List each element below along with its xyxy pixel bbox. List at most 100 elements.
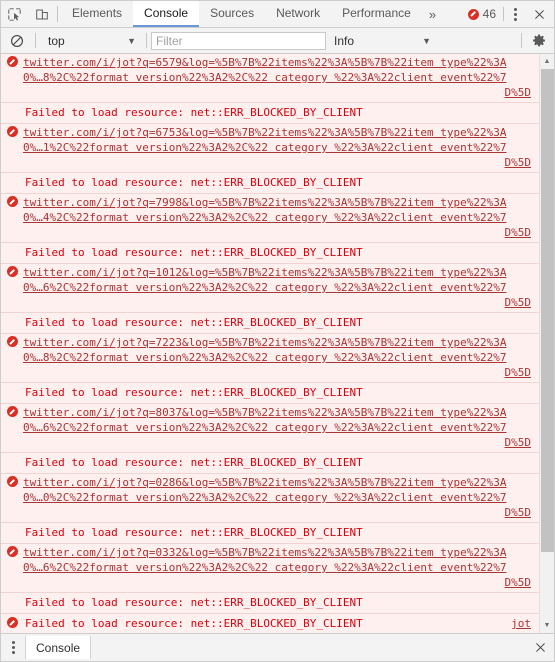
request-url-line-1: twitter.com/i/jot?q=7223&log=%5B%7B%22it… — [23, 336, 507, 349]
request-url-link[interactable]: twitter.com/i/jot?q=0332&log=%5B%7B%22it… — [23, 545, 539, 590]
console-message-failed-to-load: Failed to load resource: net::ERR_BLOCKE… — [1, 593, 539, 614]
failed-to-load-text: Failed to load resource: net::ERR_BLOCKE… — [25, 617, 363, 630]
request-url-link[interactable]: twitter.com/i/jot?q=0286&log=%5B%7B%22it… — [23, 475, 539, 520]
failed-to-load-text: Failed to load resource: net::ERR_BLOCKE… — [25, 106, 363, 119]
error-circle-icon — [6, 126, 18, 137]
chevron-down-icon: ▼ — [127, 35, 136, 46]
gear-icon[interactable] — [526, 34, 552, 48]
message-body: Failed to load resource: net::ERR_BLOCKE… — [23, 525, 539, 540]
failed-to-load-text: Failed to load resource: net::ERR_BLOCKE… — [25, 456, 363, 469]
close-glyph — [534, 9, 544, 19]
message-gutter — [1, 616, 23, 628]
request-url-line-1: twitter.com/i/jot?q=0332&log=%5B%7B%22it… — [23, 546, 507, 559]
scroll-up-arrow-icon[interactable]: ▲ — [540, 54, 555, 69]
log-level-label: Info — [334, 33, 355, 48]
message-gutter — [1, 245, 23, 246]
scrollbar-track[interactable] — [540, 69, 555, 618]
message-body: Failed to load resource: net::ERR_BLOCKE… — [23, 245, 539, 260]
clear-console-icon[interactable] — [3, 34, 31, 48]
message-body: twitter.com/i/jot?q=7223&log=%5B%7B%22it… — [23, 334, 539, 382]
drawer-more-options-icon[interactable] — [1, 634, 25, 661]
inspect-cursor-icon[interactable] — [1, 1, 28, 27]
message-body: twitter.com/i/jot?q=6753&log=%5B%7B%22it… — [23, 124, 539, 172]
failed-to-load-text: Failed to load resource: net::ERR_BLOCKE… — [25, 246, 363, 259]
source-anchor-link[interactable]: jot — [511, 616, 539, 631]
message-body: twitter.com/i/jot?q=1012&log=%5B%7B%22it… — [23, 264, 539, 312]
request-url-link[interactable]: twitter.com/i/jot?q=6753&log=%5B%7B%22it… — [23, 125, 539, 170]
log-level-select[interactable]: Info ▼ — [326, 31, 439, 51]
failed-to-load-text: Failed to load resource: net::ERR_BLOCKE… — [25, 386, 363, 399]
message-gutter — [1, 175, 23, 176]
message-gutter — [1, 455, 23, 456]
request-url-line-3: D%5D — [504, 296, 532, 309]
inspect-cursor-glyph — [8, 7, 21, 21]
request-url-line-2: 0%…8%2C%22format version%22%3A2%2C%22 ca… — [23, 351, 507, 364]
chevron-down-icon: ▼ — [422, 35, 431, 46]
drawer-tab-console[interactable]: Console — [25, 636, 92, 659]
console-message-failed-to-load: Failed to load resource: net::ERR_BLOCKE… — [1, 313, 539, 334]
execution-context-label: top — [48, 33, 65, 48]
message-body: Failed to load resource: net::ERR_BLOCKE… — [23, 385, 539, 400]
error-circle-icon — [6, 56, 18, 67]
console-message-failed-to-load: Failed to load resource: net::ERR_BLOCKE… — [1, 383, 539, 404]
console-message-network-error: twitter.com/i/jot?q=7223&log=%5B%7B%22it… — [1, 334, 539, 383]
filterbar-divider-3 — [521, 33, 522, 48]
console-message-failed-to-load: Failed to load resource: net::ERR_BLOCKE… — [1, 103, 539, 124]
message-body: twitter.com/i/jot?q=0286&log=%5B%7B%22it… — [23, 474, 539, 522]
device-toolbar-glyph — [35, 9, 48, 19]
tab-network[interactable]: Network — [265, 1, 331, 27]
tab-performance[interactable]: Performance — [331, 1, 422, 27]
drawer-close-icon[interactable] — [526, 634, 554, 661]
request-url-link[interactable]: twitter.com/i/jot?q=1012&log=%5B%7B%22it… — [23, 265, 539, 310]
request-url-line-1: twitter.com/i/jot?q=1012&log=%5B%7B%22it… — [23, 266, 507, 279]
devtools-tabbar: Elements Console Sources Network Perform… — [1, 1, 554, 28]
tab-performance-label: Performance — [342, 6, 411, 20]
tab-elements[interactable]: Elements — [61, 1, 133, 27]
console-message-list[interactable]: twitter.com/i/jot?q=6579&log=%5B%7B%22it… — [1, 54, 539, 633]
request-url-line-1: twitter.com/i/jot?q=6753&log=%5B%7B%22it… — [23, 126, 507, 139]
request-url-link[interactable]: twitter.com/i/jot?q=7223&log=%5B%7B%22it… — [23, 335, 539, 380]
console-filter-toolbar: top ▼ Info ▼ — [1, 28, 554, 54]
failed-to-load-text: Failed to load resource: net::ERR_BLOCKE… — [25, 596, 363, 609]
close-icon[interactable] — [526, 8, 552, 21]
message-gutter — [1, 385, 23, 386]
error-circle-icon — [467, 8, 479, 20]
console-scrollbar[interactable]: ▲ ▼ — [539, 54, 554, 633]
request-url-line-1: twitter.com/i/jot?q=0286&log=%5B%7B%22it… — [23, 476, 507, 489]
request-url-link[interactable]: twitter.com/i/jot?q=7998&log=%5B%7B%22it… — [23, 195, 539, 240]
message-gutter — [1, 264, 23, 277]
request-url-link[interactable]: twitter.com/i/jot?q=8037&log=%5B%7B%22it… — [23, 405, 539, 450]
message-body: Failed to load resource: net::ERR_BLOCKE… — [23, 616, 539, 631]
console-message-failed-to-load: Failed to load resource: net::ERR_BLOCKE… — [1, 173, 539, 194]
console-message-failed-to-load-final: Failed to load resource: net::ERR_BLOCKE… — [1, 614, 539, 633]
tab-sources-label: Sources — [210, 6, 255, 20]
request-url-line-2: 0%…0%2C%22format version%22%3A2%2C%22 ca… — [23, 491, 507, 504]
error-circle-icon — [6, 266, 18, 277]
request-url-link[interactable]: twitter.com/i/jot?q=6579&log=%5B%7B%22it… — [23, 55, 539, 100]
error-count-badge[interactable]: 46 — [464, 7, 503, 21]
execution-context-select[interactable]: top ▼ — [40, 31, 142, 51]
failed-to-load-text: Failed to load resource: net::ERR_BLOCKE… — [25, 176, 363, 189]
tab-sources[interactable]: Sources — [199, 1, 265, 27]
devtools-tabs: Elements Console Sources Network Perform… — [61, 1, 422, 27]
error-circle-icon — [6, 196, 18, 207]
tab-console-label: Console — [144, 6, 189, 20]
scrollbar-thumb[interactable] — [540, 69, 554, 553]
request-url-line-2: 0%…8%2C%22format version%22%3A2%2C%22 ca… — [23, 71, 507, 84]
message-gutter — [1, 315, 23, 316]
more-options-icon[interactable] — [504, 7, 526, 21]
device-toolbar-icon[interactable] — [28, 1, 55, 27]
clear-console-glyph — [11, 34, 23, 47]
filter-input[interactable] — [151, 31, 326, 50]
request-url-line-3: D%5D — [504, 226, 532, 239]
message-body: Failed to load resource: net::ERR_BLOCKE… — [23, 315, 539, 330]
gear-glyph — [533, 34, 545, 46]
message-body: Failed to load resource: net::ERR_BLOCKE… — [23, 595, 539, 610]
tab-overflow-chevron-icon[interactable]: » — [422, 1, 443, 27]
message-body: twitter.com/i/jot?q=7998&log=%5B%7B%22it… — [23, 194, 539, 242]
console-message-network-error: twitter.com/i/jot?q=0332&log=%5B%7B%22it… — [1, 544, 539, 593]
drawer-close-glyph — [535, 643, 545, 652]
error-circle-icon — [6, 406, 18, 417]
tab-console[interactable]: Console — [133, 1, 200, 27]
scroll-down-arrow-icon[interactable]: ▼ — [540, 618, 555, 633]
